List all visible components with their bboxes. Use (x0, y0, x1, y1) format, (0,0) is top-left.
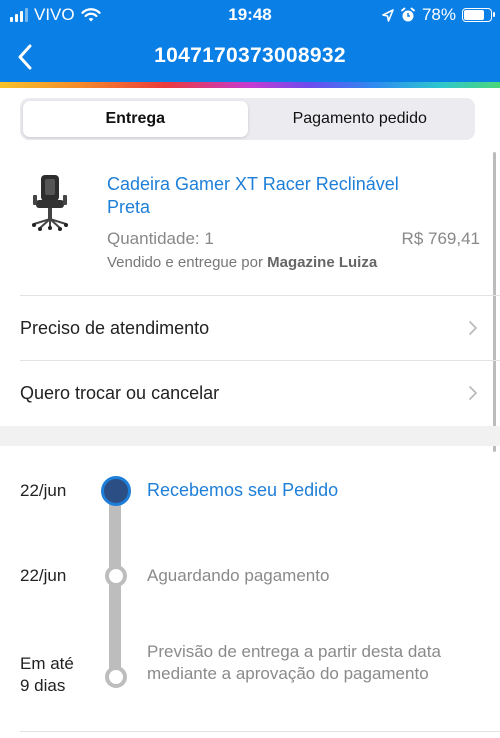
product-price: R$ 769,41 (401, 229, 480, 248)
status-bar: VIVO 19:48 78% (0, 0, 500, 30)
timeline-step-text: Aguardando pagamento (147, 566, 330, 585)
row-quero-trocar-ou-cancelar[interactable]: Quero trocar ou cancelar (0, 361, 500, 425)
timeline-date: 22/jun (20, 481, 67, 500)
product-name-link[interactable]: Cadeira Gamer XT Racer Reclinável Preta (107, 173, 437, 219)
order-number-title: 1047170373008932 (154, 44, 346, 67)
seller-name: Magazine Luiza (267, 254, 378, 271)
row-label: Preciso de atendimento (20, 317, 210, 338)
row-label: Quero trocar ou cancelar (20, 382, 220, 403)
chevron-right-icon (469, 321, 477, 335)
alarm-icon (401, 7, 415, 22)
seller-info: Vendido e entregue por Magazine Luiza (107, 254, 377, 271)
timeline-dot-active (101, 476, 131, 506)
row-preciso-de-atendimento[interactable]: Preciso de atendimento (0, 296, 500, 360)
product-quantity: Quantidade: 1 (107, 229, 214, 248)
timeline-step-text: Recebemos seu Pedido (147, 480, 339, 500)
segmented-tabs: Entrega Pagamento pedido (20, 98, 475, 140)
status-right: 78% (382, 5, 495, 25)
battery-percent: 78% (421, 5, 456, 24)
section-separator (0, 426, 500, 446)
timeline-date: 22/jun (20, 566, 67, 585)
divider (20, 731, 500, 732)
timeline-dot (105, 565, 127, 587)
timeline-dot (105, 666, 127, 688)
tab-entrega[interactable]: Entrega (23, 101, 248, 137)
timeline-step-text: Previsão de entrega a partir desta data … (147, 642, 441, 683)
timeline-track (109, 495, 121, 680)
location-arrow-icon (382, 8, 394, 22)
battery-icon (462, 8, 495, 22)
rainbow-stripe (0, 82, 500, 88)
seller-prefix: Vendido e entregue por (107, 254, 263, 271)
timeline-date: Em até 9 dias (20, 654, 74, 695)
gaming-chair-image (32, 175, 68, 231)
app-header: VIVO 19:48 78% 1047170373008932 (0, 0, 500, 88)
chevron-right-icon (469, 386, 477, 400)
tab-pagamento-pedido[interactable]: Pagamento pedido (248, 101, 473, 137)
